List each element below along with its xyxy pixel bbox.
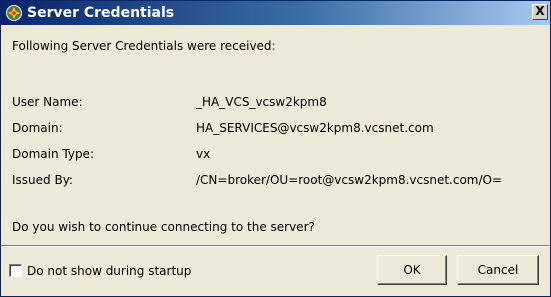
domain-value: HA_SERVICES@vcsw2kpm8.vcsnet.com	[196, 121, 434, 135]
do-not-show-checkbox[interactable]	[9, 264, 22, 277]
footer-separator	[1, 245, 550, 247]
intro-message: Following Server Credentials were receiv…	[12, 39, 276, 53]
do-not-show-checkbox-label[interactable]: Do not show during startup	[27, 263, 191, 279]
confirmation-question: Do you wish to continue connecting to th…	[12, 220, 315, 234]
application-icon	[5, 4, 23, 22]
user-name-value: _HA_VCS_vcsw2kpm8	[196, 95, 327, 109]
user-name-label: User Name:	[12, 95, 83, 109]
issued-by-value: /CN=broker/OU=root@vcsw2kpm8.vcsnet.com/…	[196, 173, 503, 187]
issued-by-label: Issued By:	[12, 173, 73, 187]
cancel-button[interactable]: Cancel	[457, 255, 539, 285]
ok-button[interactable]: OK	[377, 255, 447, 285]
close-button[interactable]: X	[532, 4, 548, 20]
window-title: Server Credentials	[27, 5, 175, 21]
domain-type-value: vx	[196, 147, 211, 161]
title-bar[interactable]: Server Credentials X	[1, 1, 550, 25]
server-credentials-dialog: Server Credentials X Following Server Cr…	[0, 0, 551, 297]
domain-type-label: Domain Type:	[12, 147, 94, 161]
domain-label: Domain:	[12, 121, 63, 135]
